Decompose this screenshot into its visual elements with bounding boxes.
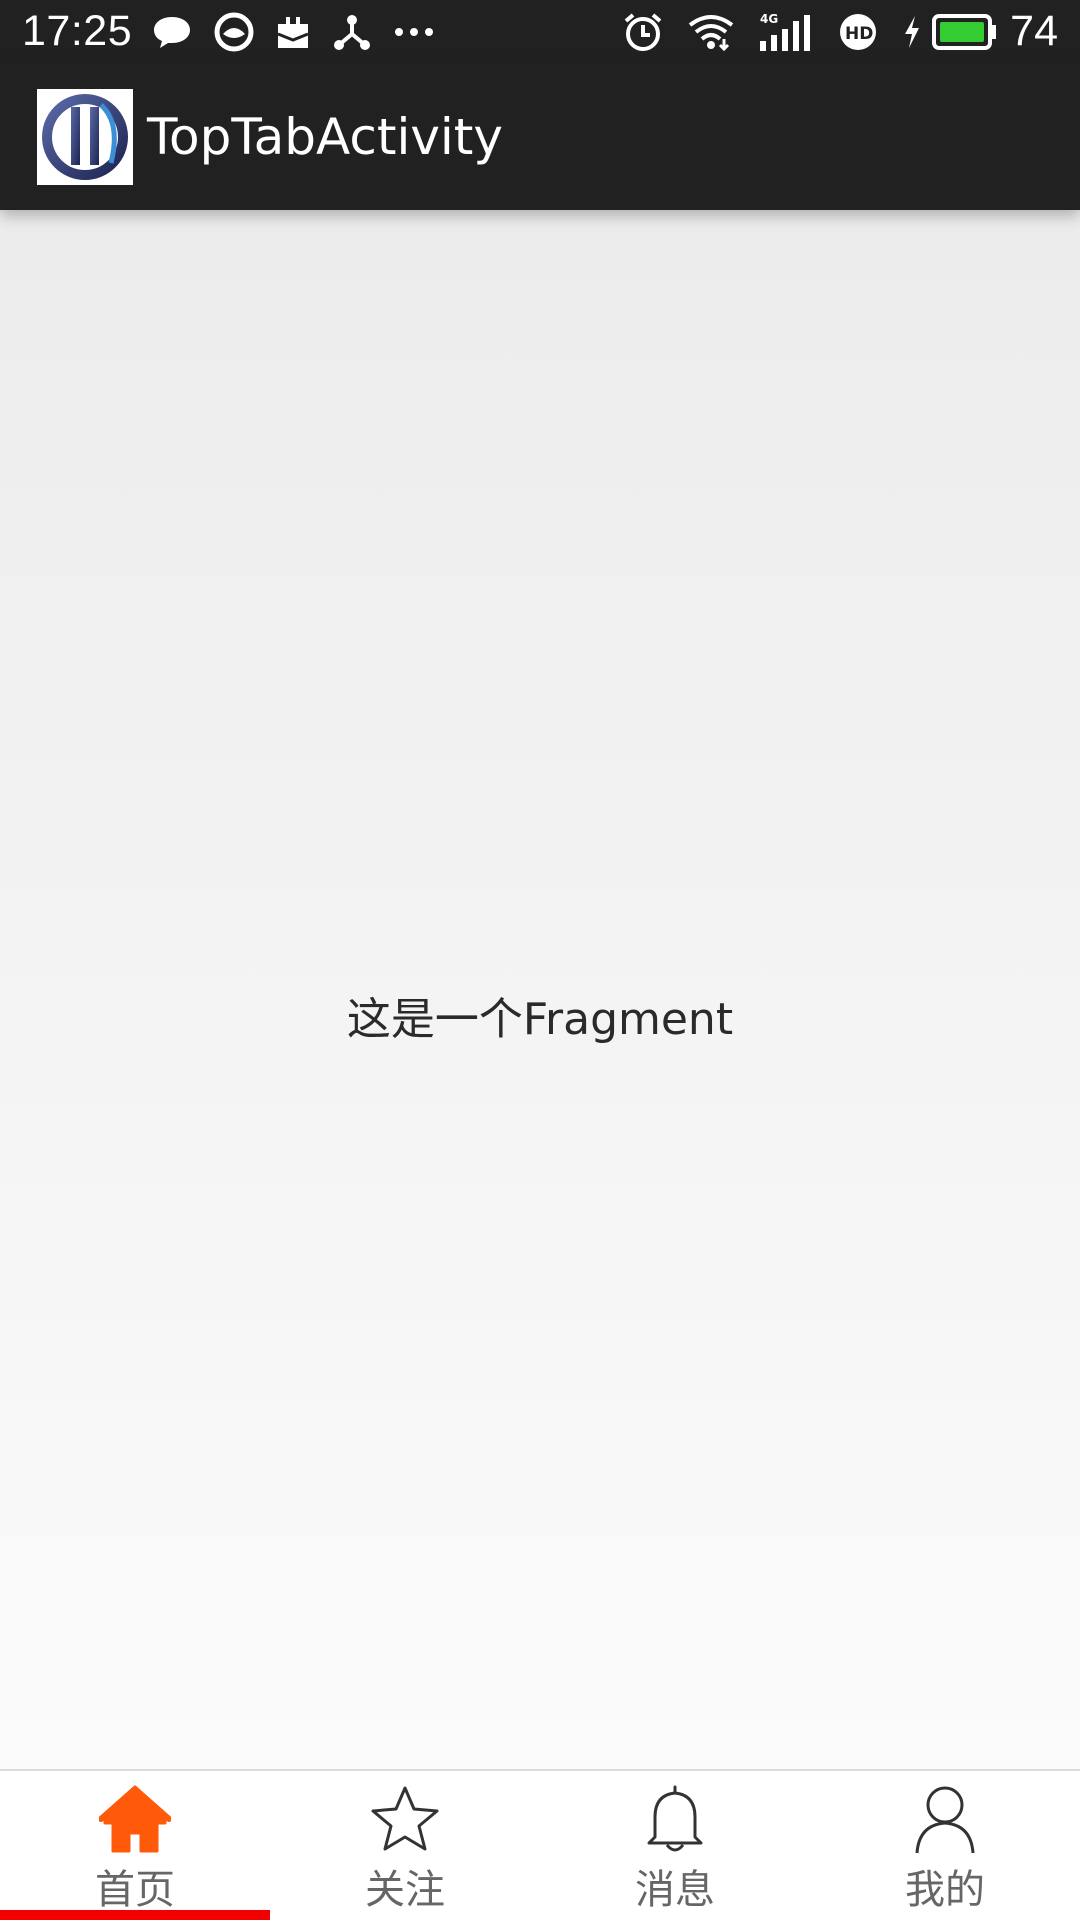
fragment-container: 这是一个Fragment [0,210,1080,1769]
signal-4g-icon: 4G [760,12,811,51]
tab-messages[interactable]: 消息 [540,1771,810,1920]
person-icon [915,1786,975,1854]
app-circle-icon [214,12,254,51]
system-icons: 4G HD 74 [598,7,1058,56]
app-bar: TopTabActivity [0,63,1080,210]
hd-icon: HD [840,13,877,50]
battery-level: 74 [1010,7,1058,55]
home-icon [99,1785,171,1853]
svg-text:4G: 4G [760,12,778,26]
more-dots-icon [395,27,434,36]
battery-icon [932,13,997,50]
tab-label-messages: 消息 [635,1867,715,1913]
briefcase-icon [277,16,309,48]
tab-label-mine: 我的 [905,1867,985,1913]
tab-label-home: 首页 [95,1867,175,1913]
fragment-text: 这是一个Fragment [346,993,734,1045]
status-bar: 17:25 4G HD 74 [0,0,1080,63]
notification-icons [152,12,456,52]
chat-bubble-icon [154,16,191,48]
tab-mine[interactable]: 我的 [810,1771,1080,1920]
app-logo-icon [42,93,128,180]
active-tab-indicator [0,1910,270,1920]
app-logo [37,88,133,185]
tab-label-follow: 关注 [365,1867,445,1913]
app-title: TopTabActivity [147,107,504,166]
status-time: 17:25 [22,7,133,55]
tab-home[interactable]: 首页 [0,1771,270,1920]
bell-icon [647,1785,703,1852]
charging-icon [905,15,920,48]
tab-follow[interactable]: 关注 [270,1771,540,1920]
bottom-nav: 首页 关注 消息 我的 [0,1769,1080,1920]
wifi-icon [688,14,734,51]
share-node-icon [334,14,371,50]
star-icon [371,1786,439,1851]
alarm-icon [624,12,662,51]
svg-text:HD: HD [845,24,873,44]
